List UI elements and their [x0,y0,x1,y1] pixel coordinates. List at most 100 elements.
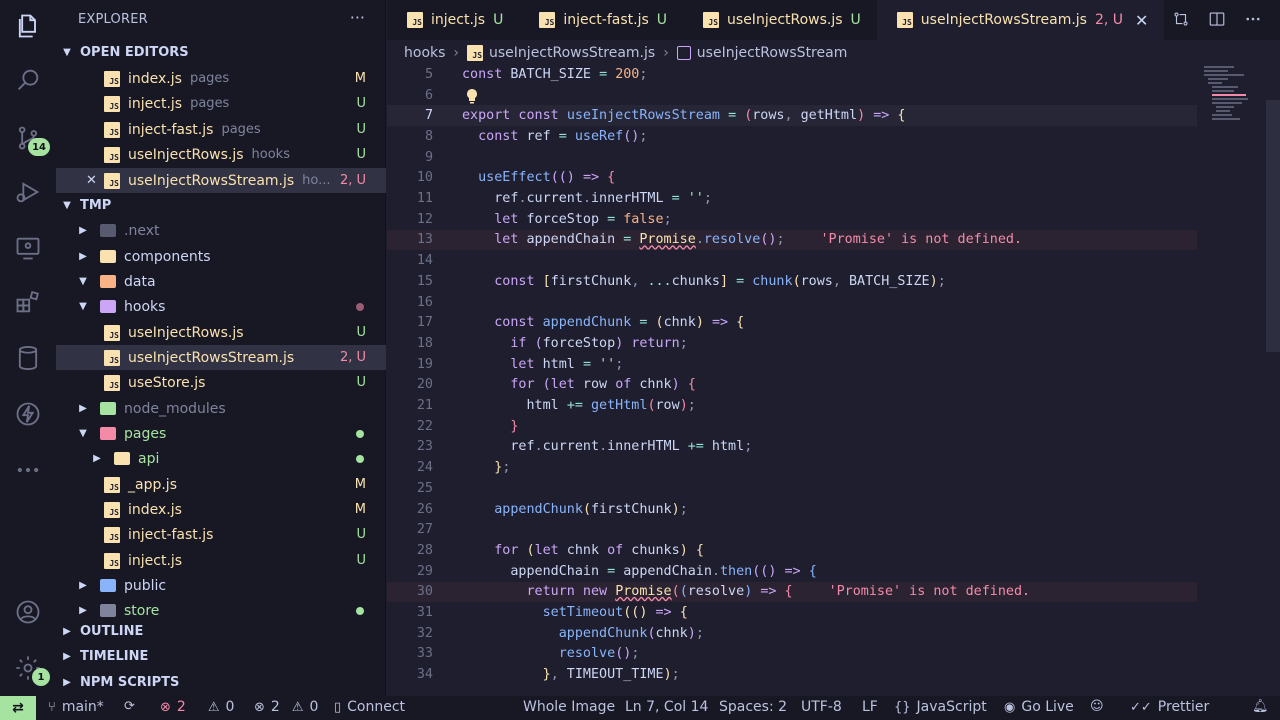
go-live-button[interactable]: ◉ Go Live [1004,699,1074,715]
tree-folder[interactable]: ▼ data [56,269,386,294]
code-line[interactable]: 27 [387,519,1197,540]
more-actions-icon[interactable]: ··· [350,8,365,27]
connect-button[interactable]: ▯ Connect [334,699,405,715]
tree-folder[interactable]: ▶ .next [56,218,386,243]
remote-indicator-icon[interactable]: ⇄ [0,696,36,720]
indentation[interactable]: Spaces: 2 [719,699,787,715]
breadcrumb-item[interactable]: hooks [404,45,445,61]
split-editor-icon[interactable] [1208,10,1226,32]
code-line[interactable]: 22 } [387,416,1197,437]
code-line[interactable]: 23 ref.current.innerHTML += html; [387,437,1197,458]
tree-folder[interactable]: ▶ node_modules [56,396,386,421]
tree-file[interactable]: JS index.js M [56,497,386,522]
vertical-scrollbar[interactable] [1266,100,1280,352]
code-line[interactable]: 9 [387,147,1197,168]
copilot-icon[interactable]: ☺ [1090,699,1104,714]
notifications-bell-icon[interactable]: 🔔︎ [1252,699,1269,714]
more-icon[interactable] [12,454,44,486]
tree-file-selected[interactable]: JS useInjectRowsStream.js 2, U [56,345,386,370]
remote-explorer-icon[interactable] [12,232,44,264]
code-line[interactable]: 28 for (let chnk of chunks) { [387,540,1197,561]
lightning-icon[interactable] [12,398,44,430]
timeline-header[interactable]: ▶ TIMELINE [56,644,386,669]
code-line[interactable]: 34 }, TIMEOUT_TIME); [387,664,1197,685]
tree-file[interactable]: JS _app.js M [56,472,386,497]
tmp-folder-header[interactable]: ▼ TMP [56,193,386,218]
tree-file[interactable]: JS inject-fast.js U [56,522,386,547]
whole-image-item[interactable]: Whole Image [523,699,615,715]
compare-changes-icon[interactable] [1172,10,1190,32]
code-line[interactable]: 33 resolve(); [387,644,1197,665]
code-line[interactable]: 20 for (let row of chnk) { [387,375,1197,396]
open-editor-item[interactable]: JS inject-fast.js pages U [56,117,386,142]
database-icon[interactable] [12,342,44,374]
breadcrumb-item[interactable]: useInjectRowsStream.js [489,45,655,61]
settings-gear-icon[interactable]: 1 [12,652,50,686]
open-editor-item[interactable]: JS useInjectRows.js hooks U [56,142,386,167]
cursor-position[interactable]: Ln 7, Col 14 [625,699,708,715]
tree-file[interactable]: JS useStore.js U [56,370,386,395]
tab-useinjectrowsstream[interactable]: JS useInjectRowsStream.js 2, U ✕ [876,0,1165,40]
problems-indicator[interactable]: ⊗ 2 ⚠ 0 [160,699,234,715]
branch-indicator[interactable]: ⑂ main* [48,699,104,715]
code-editor[interactable]: 5 const BATCH_SIZE = 200; 6 7 export const… [387,64,1280,696]
code-line[interactable]: 32 appendChunk(chnk); [387,623,1197,644]
code-line[interactable]: 16 [387,292,1197,313]
code-line[interactable]: 17 const appendChunk = (chnk) => { [387,312,1197,333]
code-line[interactable]: 19 let html = ''; [387,354,1197,375]
breadcrumb-item[interactable]: useInjectRowsStream [697,45,848,61]
tree-folder[interactable]: ▶ api [56,446,386,471]
tree-folder[interactable]: ▶ public [56,573,386,598]
code-line[interactable]: 12 let forceStop = false; [387,209,1197,230]
code-line-error[interactable]: 30 return new Promise((resolve) => {'Pro… [387,581,1197,603]
tree-folder[interactable]: ▼ pages [56,421,386,446]
outline-header[interactable]: ▶ OUTLINE [56,619,386,644]
code-line[interactable]: 15 const [firstChunk, ...chunks] = chunk… [387,271,1197,292]
source-control-icon[interactable]: 14 [12,122,50,156]
code-line[interactable]: 24 }; [387,457,1197,478]
code-line[interactable]: 5 const BATCH_SIZE = 200; [387,64,1197,85]
close-icon[interactable]: ✕ [86,173,97,188]
code-line-current[interactable]: 7 export const useInjectRowsStream = (row… [387,105,1197,127]
tree-folder[interactable]: ▼ hooks [56,294,386,319]
tab-inject[interactable]: JS inject.js U [387,0,519,40]
open-editor-item[interactable]: JS inject.js pages U [56,91,386,116]
search-icon[interactable] [12,64,44,96]
more-actions-icon[interactable] [1244,10,1262,32]
tab-useinjectrows[interactable]: JS useInjectRows.js U [683,0,877,40]
close-icon[interactable]: ✕ [1135,11,1148,30]
tree-file[interactable]: JS useInjectRows.js U [56,320,386,345]
code-line[interactable]: 26 appendChunk(firstChunk); [387,499,1197,520]
code-line[interactable]: 31 setTimeout(() => { [387,602,1197,623]
tree-folder[interactable]: ▶ components [56,244,386,269]
ports-indicator[interactable]: ⊗ 2 ⚠ 0 [254,699,318,715]
open-editor-item-active[interactable]: ✕ JS useInjectRowsStream.js ho... 2, U [56,168,386,193]
code-line[interactable]: 29 appendChain = appendChain.then(() => … [387,561,1197,582]
line-number: 28 [416,542,433,558]
npm-scripts-header[interactable]: ▶ NPM SCRIPTS [56,670,386,695]
code-line[interactable]: 8 const ref = useRef(); [387,126,1197,147]
run-debug-icon[interactable] [12,176,44,208]
code-line[interactable]: 21 html += getHtml(row); [387,395,1197,416]
code-line[interactable]: 18 if (forceStop) return; [387,333,1197,354]
open-editors-header[interactable]: ▼ OPEN EDITORS [56,40,386,65]
tree-file[interactable]: JS inject.js U [56,548,386,573]
prettier-button[interactable]: ✓✓ Prettier [1130,699,1209,715]
sync-icon[interactable]: ⟳ [124,699,135,714]
extensions-icon[interactable] [12,286,44,318]
code-line[interactable]: 11 ref.current.innerHTML = ''; [387,188,1197,209]
account-icon[interactable] [12,596,44,628]
connect-label: Connect [347,699,406,715]
tab-inject-fast[interactable]: JS inject-fast.js U [519,0,683,40]
end-of-line[interactable]: LF [862,699,878,715]
code-line-error[interactable]: 13 let appendChain = Promise.resolve(); '… [387,229,1197,251]
open-editor-item[interactable]: JS index.js pages M [56,66,386,91]
language-mode[interactable]: {} JavaScript [894,699,987,715]
explorer-files-icon[interactable] [12,10,44,42]
code-line[interactable]: 14 [387,250,1197,271]
code-line[interactable]: 10 useEffect(() => { [387,168,1197,189]
code-line[interactable]: 6 [387,85,1197,106]
encoding[interactable]: UTF-8 [801,699,842,715]
minimap[interactable] [1204,64,1264,144]
code-line[interactable]: 25 [387,478,1197,499]
